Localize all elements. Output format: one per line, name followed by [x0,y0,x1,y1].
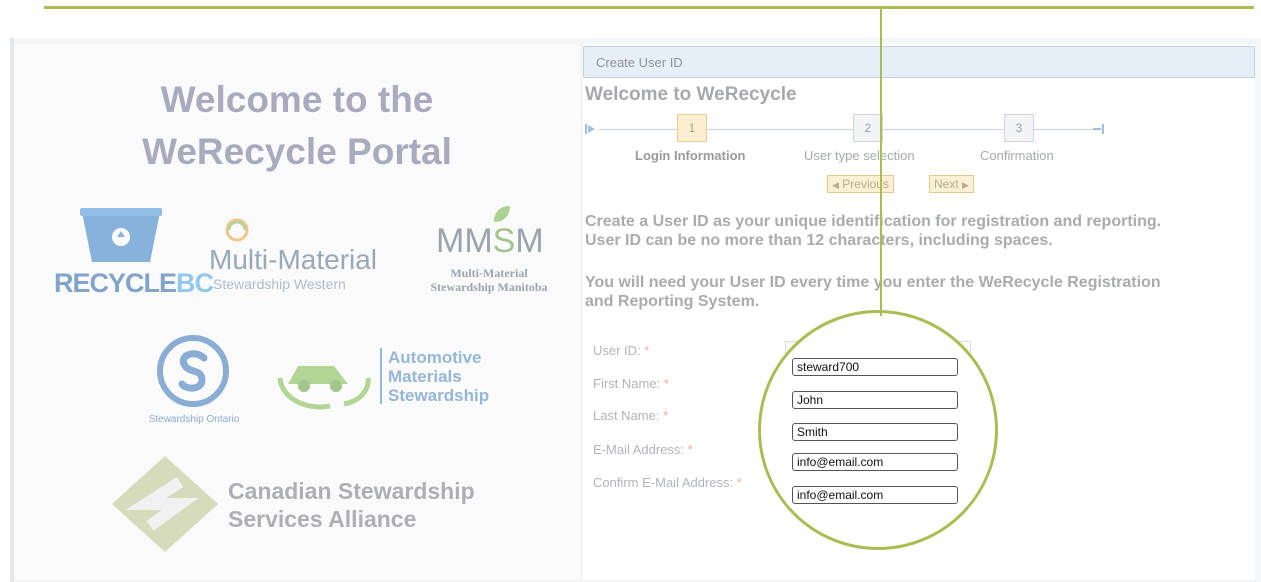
instructions-paragraph-1: Create a User ID as your unique identifi… [585,212,1161,250]
recyclebc-text: RECYCLE [54,268,177,298]
wizard-step-3[interactable]: 3 [1004,114,1034,142]
cssa-line-1: Canadian Stewardship [228,478,475,504]
panel-title: Create User ID [596,55,683,70]
wizard-step-2[interactable]: 2 [853,114,883,142]
stewardship-ontario-icon [157,335,229,407]
step-3-label: Confirmation [980,148,1054,163]
mmsm-text-b: S [492,222,516,260]
welcome-line-1: Welcome to the [160,79,434,120]
wizard-start-icon [585,124,595,134]
last-name-label: Last Name: * [593,408,669,423]
wizard-step-1[interactable]: 1 [677,114,707,142]
mmsw-sub-text: Stewardship Western [213,276,346,292]
first-name-label: First Name: * [593,376,669,391]
step-1-number: 1 [688,121,696,135]
cssa-mark-icon [112,456,218,552]
user-id-label: User ID: * [593,343,650,358]
step-2-number: 2 [864,121,872,135]
instruction-line-1: Create a User ID as your unique identifi… [585,213,1162,230]
recyclebc-logo: RECYCLEBC [54,204,214,304]
mmsm-text-a: MM [436,222,493,260]
step-3-number: 3 [1015,121,1023,135]
mmsw-swirl-icon [225,218,249,242]
callout-vertical-line [880,6,882,316]
step-2-label: User type selection [804,148,915,163]
branding-panel: Welcome to the WeRecycle Portal RECYCLEB… [14,44,580,580]
next-arrow-icon: ▶ [962,180,969,190]
step-1-label: Login Information [635,148,746,163]
last-name-input[interactable] [792,423,958,441]
instruction-line-2: User ID can be no more than 12 character… [585,232,1053,249]
cssa-line-2: Services Alliance [228,506,417,532]
welcome-line-2: WeRecycle Portal [142,131,452,172]
ams-line-3: Stewardship [388,386,490,405]
email-input[interactable] [792,453,958,471]
instructions-paragraph-2: You will need your User ID every time yo… [585,273,1161,311]
user-id-input[interactable] [792,358,958,376]
next-button[interactable]: Next ▶ [929,175,974,193]
previous-arrow-icon: ◀ [832,180,839,190]
welcome-heading: Welcome to the WeRecycle Portal [14,74,580,178]
confirm-email-label: Confirm E-Mail Address: * [593,475,742,490]
callout-top-line [44,6,1254,9]
mmsm-text-c: M [515,222,544,260]
stewardship-ontario-logo: Stewardship Ontario [134,334,254,434]
ams-logo: Automotive Materials Stewardship [274,344,514,414]
instruction-line-4: and Reporting System. [585,293,760,310]
car-arrows-icon [277,366,371,410]
ams-line-2: Materials [388,367,462,386]
mmsm-sub-2: Stewardship Manitoba [430,280,548,294]
email-label: E-Mail Address: * [593,442,693,457]
wizard-end-icon [1093,124,1104,134]
page-heading: Welcome to WeRecycle [585,84,797,105]
mmsw-main-text: Multi-Material [209,244,378,275]
previous-button[interactable]: ◀ Previous [827,175,894,193]
next-label: Next [934,177,959,191]
instruction-line-3: You will need your User ID every time yo… [585,274,1161,291]
mmsm-logo: MMSM Multi-Material Stewardship Manitoba [404,204,574,304]
mmsw-logo: Multi-Material Stewardship Western [209,216,399,296]
panel-titlebar: Create User ID [583,46,1255,78]
confirm-email-input[interactable] [792,486,958,504]
recycle-bin-icon [80,208,162,262]
leaf-icon [494,206,510,222]
cssa-logo: Canadian Stewardship Services Alliance [110,454,530,554]
mmsm-sub-1: Multi-Material [450,266,528,280]
so-caption: Stewardship Ontario [148,414,240,425]
first-name-input[interactable] [792,391,958,409]
recyclebc-bc-text: BC [176,268,214,298]
ams-line-1: Automotive [388,348,482,367]
